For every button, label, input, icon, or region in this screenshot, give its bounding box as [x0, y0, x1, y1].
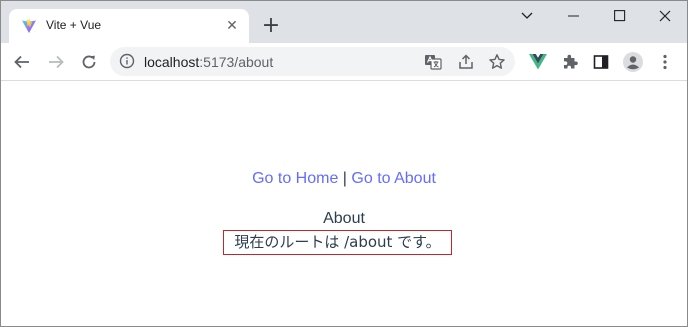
- go-about-link[interactable]: Go to About: [351, 170, 436, 187]
- share-icon[interactable]: [456, 52, 476, 72]
- vite-logo-icon: [21, 18, 37, 34]
- active-tab[interactable]: Vite + Vue ✕: [9, 9, 249, 43]
- side-panel-icon[interactable]: [590, 51, 612, 73]
- tab-search-icon[interactable]: [504, 1, 550, 31]
- address-bar[interactable]: localhost:5173/about: [110, 47, 515, 76]
- url-host: localhost: [144, 54, 200, 70]
- nav-separator: |: [342, 170, 347, 187]
- go-home-link[interactable]: Go to Home: [252, 170, 338, 187]
- url-path: :5173/about: [199, 54, 274, 70]
- tab-strip: Vite + Vue ✕ +: [1, 1, 687, 43]
- maximize-icon[interactable]: [597, 1, 643, 31]
- minimize-icon[interactable]: [551, 1, 597, 31]
- reload-icon[interactable]: [76, 49, 102, 75]
- browser-toolbar: localhost:5173/about: [1, 43, 687, 81]
- star-icon[interactable]: [487, 52, 507, 72]
- current-route-text: 現在のルートは /about です。: [223, 230, 452, 255]
- kebab-menu-icon[interactable]: [654, 51, 676, 73]
- profile-icon[interactable]: [622, 51, 644, 73]
- puzzle-icon[interactable]: [559, 51, 581, 73]
- arrow-left-icon[interactable]: [9, 49, 35, 75]
- new-tab-button[interactable]: +: [259, 15, 283, 39]
- vue-devtools-icon[interactable]: [527, 51, 549, 73]
- router-nav: Go to Home | Go to About: [1, 170, 687, 188]
- browser-window: Vite + Vue ✕ + localhost:5173/about Go t…: [0, 0, 688, 327]
- page-content: Go to Home | Go to About About 現在のルートは /…: [1, 81, 687, 326]
- info-icon[interactable]: [119, 53, 135, 69]
- page-title: About: [323, 210, 365, 227]
- url-text[interactable]: localhost:5173/about: [144, 54, 273, 70]
- arrow-right-icon[interactable]: [43, 49, 69, 75]
- tab-title: Vite + Vue: [46, 18, 102, 32]
- tab-close-icon[interactable]: ✕: [223, 17, 241, 35]
- close-icon[interactable]: [642, 1, 687, 31]
- translate-icon[interactable]: [423, 52, 443, 72]
